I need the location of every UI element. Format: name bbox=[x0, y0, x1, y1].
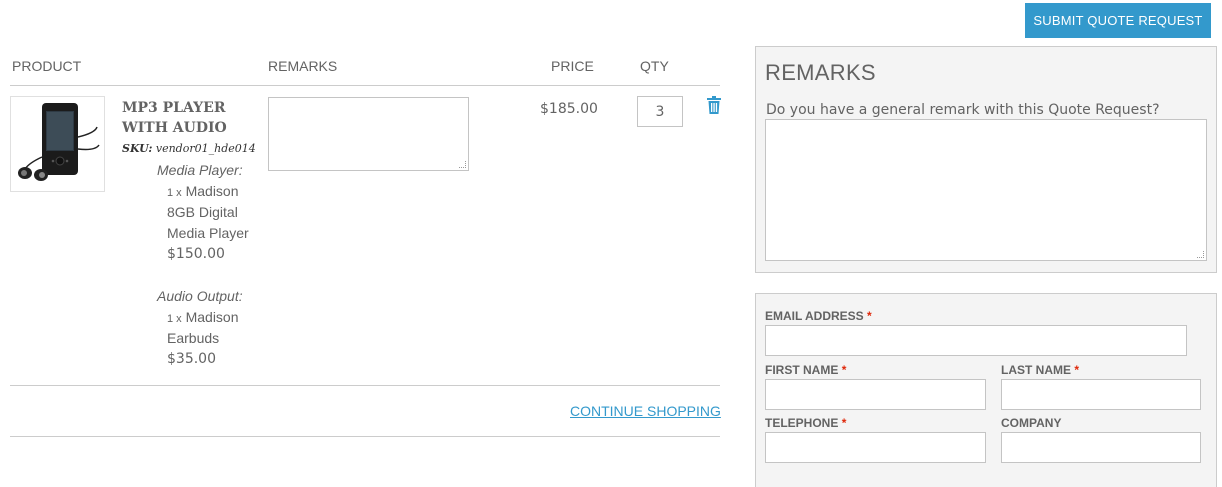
product-name-link[interactable]: MP3 PLAYER WITH AUDIO bbox=[122, 98, 252, 138]
required-mark: * bbox=[867, 309, 872, 323]
sku-value: vendor01_hde014 bbox=[155, 142, 256, 155]
remarks-panel-title: REMARKS bbox=[765, 60, 876, 85]
general-remark-wrapper bbox=[765, 119, 1207, 261]
option-qty: 1 x bbox=[167, 187, 182, 199]
product-image-link[interactable] bbox=[10, 96, 105, 192]
company-field[interactable] bbox=[1001, 432, 1201, 463]
sku-label: SKU: bbox=[122, 142, 153, 155]
option-price: $150.00 bbox=[167, 246, 225, 262]
telephone-field[interactable] bbox=[765, 432, 986, 463]
header-qty: QTY bbox=[640, 58, 669, 74]
option-line: Earbuds bbox=[167, 330, 220, 346]
email-field[interactable] bbox=[765, 325, 1187, 356]
header-divider bbox=[10, 85, 720, 86]
submit-quote-request-button[interactable]: SUBMIT QUOTE REQUEST bbox=[1025, 3, 1211, 38]
option-label-media-player: Media Player: bbox=[157, 162, 243, 178]
first-name-label-text: FIRST NAME bbox=[765, 363, 839, 377]
first-name-field[interactable] bbox=[765, 379, 986, 410]
header-product: PRODUCT bbox=[12, 58, 82, 74]
option-line: 1 x Madison bbox=[167, 183, 239, 199]
option-label-audio-output: Audio Output: bbox=[157, 288, 243, 304]
continue-shopping-link[interactable]: CONTINUE SHOPPING bbox=[570, 403, 721, 419]
option-qty: 1 x bbox=[167, 313, 182, 325]
product-name-line1: MP3 PLAYER bbox=[122, 100, 226, 116]
item-divider bbox=[10, 385, 720, 386]
required-mark: * bbox=[1074, 363, 1080, 377]
last-name-field[interactable] bbox=[1001, 379, 1201, 410]
product-sku: SKU: vendor01_hde014 bbox=[122, 142, 256, 155]
header-remarks: REMARKS bbox=[268, 58, 338, 74]
trash-icon[interactable] bbox=[707, 96, 725, 116]
option-text: Madison bbox=[185, 183, 239, 199]
first-name-label: FIRST NAME * bbox=[765, 363, 846, 377]
remarks-question: Do you have a general remark with this Q… bbox=[766, 102, 1160, 118]
resize-grip[interactable] bbox=[1197, 251, 1204, 258]
telephone-label-text: TELEPHONE bbox=[765, 416, 839, 430]
footer-divider bbox=[10, 436, 720, 437]
company-label: COMPANY bbox=[1001, 416, 1062, 430]
item-remark-wrapper bbox=[268, 97, 469, 171]
item-remark-textarea[interactable] bbox=[268, 97, 469, 171]
quantity-input[interactable] bbox=[637, 96, 683, 127]
option-line: Media Player bbox=[167, 225, 249, 241]
required-mark: * bbox=[841, 416, 847, 430]
mp3-player-image bbox=[18, 103, 100, 181]
product-name-line2: WITH AUDIO bbox=[122, 120, 227, 136]
header-price: PRICE bbox=[551, 58, 594, 74]
option-line: 1 x Madison bbox=[167, 309, 239, 325]
option-line: 8GB Digital bbox=[167, 204, 238, 220]
required-mark: * bbox=[841, 363, 847, 377]
email-label-text: EMAIL ADDRESS bbox=[765, 309, 864, 323]
general-remark-textarea[interactable] bbox=[765, 119, 1207, 261]
option-text: Madison bbox=[185, 309, 239, 325]
resize-grip[interactable] bbox=[459, 161, 466, 168]
email-label: EMAIL ADDRESS * bbox=[765, 309, 872, 323]
telephone-label: TELEPHONE * bbox=[765, 416, 846, 430]
last-name-label: LAST NAME * bbox=[1001, 363, 1079, 377]
item-price: $185.00 bbox=[540, 101, 598, 117]
last-name-label-text: LAST NAME bbox=[1001, 363, 1071, 377]
option-price: $35.00 bbox=[167, 351, 216, 367]
